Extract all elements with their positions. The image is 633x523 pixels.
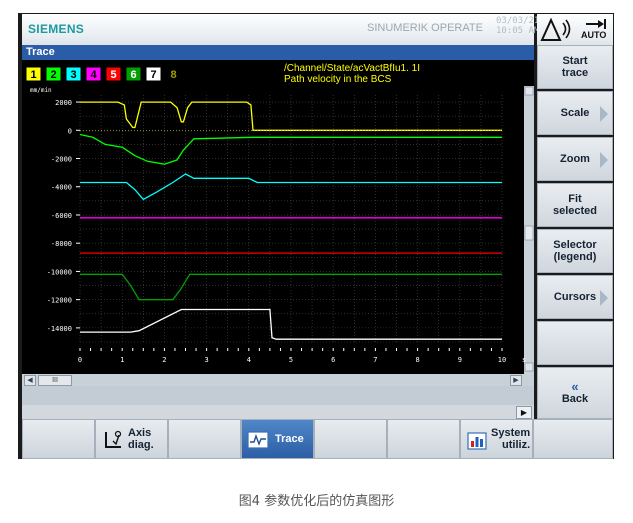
vertical-scroll-thumb[interactable] [524, 225, 534, 241]
y-axis-tick-label: -8000 [51, 240, 72, 248]
system-utiliz-label: System utiliz. [491, 427, 531, 451]
alarm-button[interactable] [537, 14, 577, 45]
empty-softkey[interactable] [22, 419, 95, 459]
date-text: 03/03/21 [496, 16, 540, 26]
empty-softkey[interactable] [387, 419, 460, 459]
window-title-bar: Trace [22, 45, 534, 60]
y-axis-tick-label: 0 [68, 127, 72, 135]
alarm-icon [540, 17, 571, 41]
y-axis-tick-label: -6000 [51, 212, 72, 220]
window-title: Trace [26, 46, 55, 58]
scale-button[interactable]: Scale [537, 91, 613, 135]
legend-number[interactable]: 8 [170, 69, 176, 81]
trace-plot-area[interactable]: 1 2 3 4 5 6 7 8/Channel/State/acVactBfIu1. 1I Pa… [22, 60, 534, 374]
legend-number[interactable]: 4 [90, 69, 97, 81]
y-axis-tick-label: -14000 [47, 325, 72, 333]
legend-number[interactable]: 1 [30, 69, 36, 81]
mode-indicator[interactable]: AUTO [577, 14, 613, 45]
y-axis-tick-label: -10000 [47, 268, 72, 276]
x-axis-tick-label: 1 [120, 356, 124, 364]
horizontal-scrollbar[interactable]: ◀ III ▶ [22, 374, 534, 386]
axis-diag-button[interactable]: Axis diag. [95, 419, 168, 459]
vertical-softkey-bar: Start trace Scale Zoom Fit selected Select… [537, 45, 613, 419]
cursors-label: Cursors [553, 291, 597, 303]
selector-legend-button[interactable]: Selector (legend) [537, 229, 613, 273]
x-axis-unit-label: s [522, 356, 526, 364]
x-axis-tick-label: 6 [331, 356, 335, 364]
scale-label: Scale [560, 107, 590, 119]
legend-number[interactable]: 5 [110, 69, 116, 81]
x-axis-tick-label: 7 [373, 356, 377, 364]
fit-selected-button[interactable]: Fit selected [537, 183, 613, 227]
selector-legend-label: Selector (legend) [553, 239, 597, 263]
fit-selected-label: Fit selected [552, 193, 598, 217]
legend-number[interactable]: 6 [130, 69, 136, 81]
y-axis-tick-label: -2000 [51, 156, 72, 164]
empty-softkey[interactable] [314, 419, 387, 459]
start-trace-button[interactable]: Start trace [537, 45, 613, 89]
legend-number[interactable]: 2 [50, 69, 56, 81]
system-utiliz-button[interactable]: System utiliz. [460, 419, 533, 459]
chevron-right-icon [600, 290, 608, 306]
axis-diag-label: Axis diag. [128, 427, 154, 451]
status-bar-secondary: ▶ [22, 405, 534, 419]
figure-caption: 图4 参数优化后的仿真图形 [238, 494, 395, 509]
time-text: 10:05 AM [496, 26, 540, 36]
zoom-button[interactable]: Zoom [537, 137, 613, 181]
back-button[interactable]: «Back [537, 367, 613, 419]
x-axis-tick-label: 10 [498, 356, 506, 364]
signal-label-line1: /Channel/State/acVactBfIu1. 1I [284, 63, 420, 74]
legend-number[interactable]: 3 [70, 69, 76, 81]
scroll-right-icon[interactable]: ▶ [510, 375, 522, 386]
x-axis-tick-label: 4 [247, 356, 251, 364]
x-axis-tick-label: 8 [415, 356, 419, 364]
product-name: SINUMERIK OPERATE [367, 22, 483, 34]
y-axis-tick-label: 2000 [55, 99, 72, 107]
chevron-right-icon [600, 106, 608, 122]
axis-diagnosis-icon [105, 430, 122, 448]
mode-label: AUTO [581, 30, 607, 40]
empty-softkey[interactable] [168, 419, 241, 459]
trace-icon [247, 431, 269, 449]
trace-tab-label: Trace [275, 433, 304, 445]
empty-softkey[interactable] [537, 321, 613, 365]
x-axis-tick-label: 9 [458, 356, 462, 364]
legend-number[interactable]: 7 [150, 69, 156, 81]
trace-chart: 1 2 3 4 5 6 7 8/Channel/State/acVactBfIu1. 1IPa… [25, 63, 534, 374]
date-time: 03/03/21 10:05 AM [496, 16, 539, 36]
scroll-up-icon[interactable] [524, 86, 534, 96]
trace-tab-button[interactable]: Trace [241, 419, 314, 459]
status-bar [22, 386, 534, 405]
empty-softkey[interactable] [533, 419, 613, 459]
x-axis-tick-label: 5 [289, 356, 293, 364]
back-chevron-icon: « [571, 379, 579, 394]
cursors-button[interactable]: Cursors [537, 275, 613, 319]
brand-logo: SIEMENS [28, 22, 85, 36]
horizontal-softkey-bar: Axis diag. Trace System utiliz. [22, 419, 613, 459]
x-axis-tick-label: 3 [204, 356, 208, 364]
header-bar: SIEMENS SINUMERIK OPERATE 03/03/21 10:05… [22, 14, 539, 46]
scroll-left-icon[interactable]: ◀ [24, 375, 36, 386]
y-axis-unit-label: mm/min [30, 87, 52, 94]
back-label: «Back [561, 379, 589, 405]
x-axis-tick-label: 2 [162, 356, 166, 364]
start-trace-label: Start trace [561, 55, 589, 79]
scroll-thumb[interactable]: III [38, 375, 72, 386]
x-axis-tick-label: 0 [78, 356, 82, 364]
y-axis-tick-label: -12000 [47, 297, 72, 305]
chevron-right-icon [600, 152, 608, 168]
zoom-label: Zoom [560, 153, 590, 165]
signal-label-line2: Path velocity in the BCS [284, 74, 392, 85]
y-axis-tick-label: -4000 [51, 184, 72, 192]
system-utilization-icon [467, 432, 487, 450]
expand-arrow-icon[interactable]: ▶ [516, 406, 532, 419]
scroll-down-icon[interactable] [524, 362, 534, 372]
